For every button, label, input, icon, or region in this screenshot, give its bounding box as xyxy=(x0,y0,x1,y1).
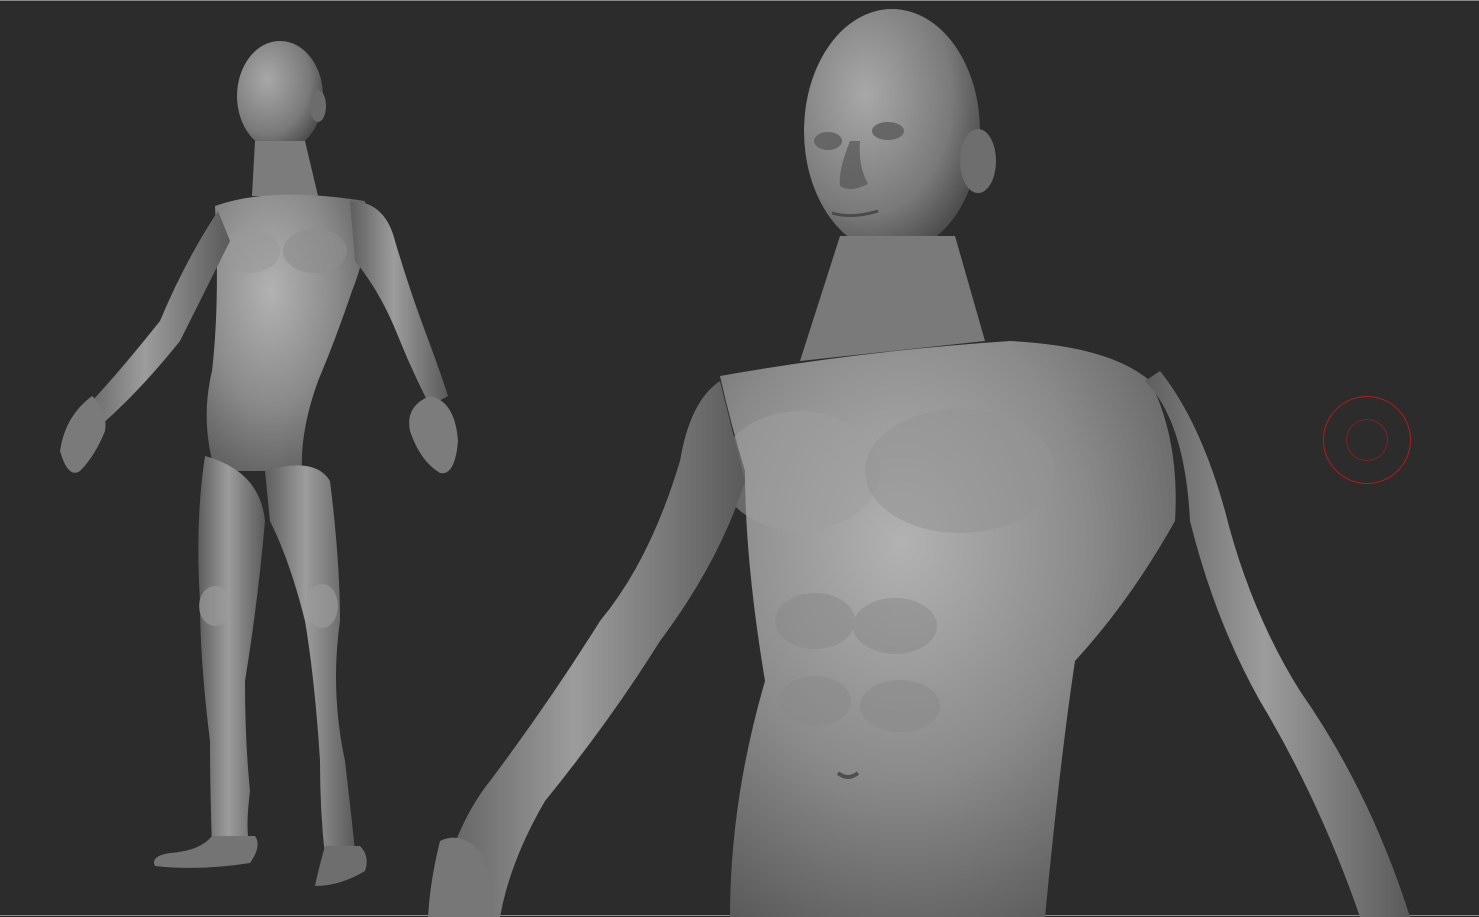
small-hand-right xyxy=(409,396,458,474)
zbrush-viewport[interactable] xyxy=(0,0,1479,917)
large-arm-left xyxy=(435,381,745,917)
full-body-sculpt xyxy=(60,41,458,886)
small-knee-left xyxy=(199,586,231,626)
large-pec-left xyxy=(720,411,880,531)
large-eye-right xyxy=(872,122,904,140)
small-arm-right xyxy=(350,201,448,406)
small-leg-left xyxy=(198,456,265,846)
small-arm-left xyxy=(75,211,230,426)
small-ear xyxy=(310,90,326,122)
large-pec-right xyxy=(865,409,1055,533)
viewport-canvas[interactable] xyxy=(0,1,1479,917)
small-pec-left xyxy=(220,229,280,273)
brush-inner-ring-icon xyxy=(1346,419,1388,461)
small-foot-left xyxy=(154,836,258,868)
small-neck xyxy=(252,141,318,196)
small-foot-right xyxy=(315,846,367,886)
large-ear xyxy=(960,129,996,193)
torso-closeup-sculpt xyxy=(428,9,1410,917)
small-pec-right xyxy=(283,229,347,273)
large-eye-left xyxy=(814,132,842,150)
small-knee-right xyxy=(306,584,338,628)
small-hand-left xyxy=(60,396,106,473)
large-neck xyxy=(800,236,985,361)
small-head xyxy=(237,41,323,151)
small-leg-right xyxy=(265,465,355,856)
